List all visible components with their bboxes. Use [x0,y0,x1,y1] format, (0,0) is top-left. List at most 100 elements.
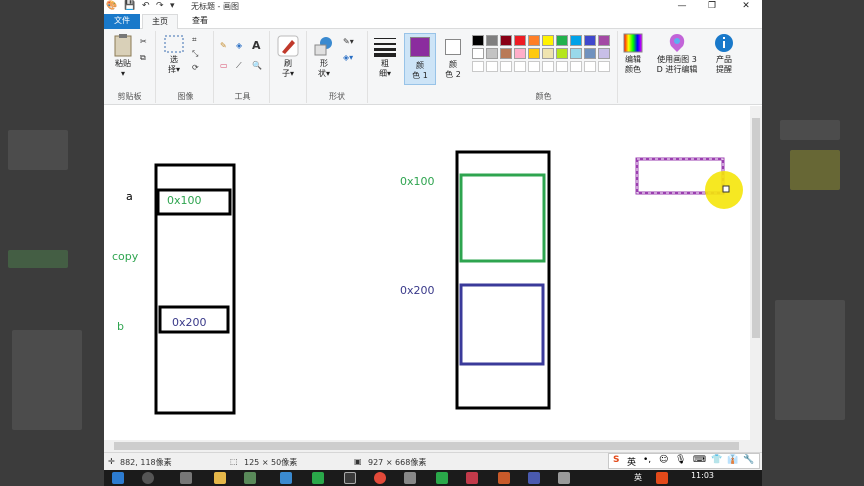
product-alert-button[interactable]: 产品 提醒 [708,33,740,75]
palette-color-swatch[interactable] [528,48,540,59]
resize-icon[interactable]: ⤡ [192,49,198,59]
taskbar-clock[interactable]: 11:03 [691,471,714,480]
app-icon-9[interactable] [528,472,540,484]
app-icon-8[interactable] [498,472,510,484]
task-view-icon[interactable] [180,472,192,484]
palette-color-swatch[interactable] [542,48,554,59]
fill-icon[interactable]: ◈ [236,41,242,50]
palette-color-swatch[interactable] [514,35,526,46]
shapes-button[interactable]: 形状▾ [311,35,337,79]
file-explorer-icon[interactable] [214,472,226,484]
palette-color-swatch[interactable] [542,35,554,46]
magnifier-icon[interactable]: 🔍 [252,61,262,70]
punctuation-icon[interactable]: •, [643,455,651,465]
app-icon-10[interactable] [558,472,570,484]
select-button[interactable]: 选择▾ [162,35,186,75]
skin-icon[interactable]: 👕 [711,455,722,465]
palette-color-swatch[interactable] [514,48,526,59]
outline-icon[interactable]: ✎▾ [343,37,354,46]
palette-color-swatch[interactable] [556,48,568,59]
palette-color-swatch[interactable] [528,35,540,46]
resize-handle[interactable] [722,185,730,193]
palette-custom-slot[interactable] [486,61,498,72]
palette-color-swatch[interactable] [598,35,610,46]
palette-custom-slot[interactable] [528,61,540,72]
tab-view[interactable]: 查看 [182,14,218,29]
app-icon-2[interactable] [280,472,292,484]
customize-dropdown-icon[interactable]: ▾ [170,1,175,11]
pencil-icon[interactable]: ✎ [220,41,227,50]
app-icon-4[interactable] [344,472,356,484]
title-bar: 🎨 💾 ↶ ↷ ▾ 无标题 - 画图 — ❐ ✕ [104,0,762,13]
palette-custom-slot[interactable] [514,61,526,72]
save-icon[interactable]: 💾 [124,1,135,11]
app-icon-6[interactable] [436,472,448,484]
vertical-scroll-thumb[interactable] [752,118,760,338]
palette-color-swatch[interactable] [500,48,512,59]
undo-icon[interactable]: ↶ [142,1,150,11]
palette-color-swatch[interactable] [472,48,484,59]
palette-color-swatch[interactable] [570,48,582,59]
keyboard-icon[interactable]: ⌨ [693,455,706,465]
color2-button[interactable]: 颜色 2 [438,33,468,80]
redo-icon[interactable]: ↷ [156,1,164,11]
sogou-logo-icon[interactable]: S [613,455,619,465]
taskbar-ime-lang[interactable]: 英 [634,472,642,483]
eraser-icon[interactable]: ▭ [220,61,228,70]
crop-icon[interactable]: ⌗ [192,35,197,45]
chrome-icon[interactable] [374,472,386,484]
fill-shape-icon[interactable]: ◈▾ [343,53,353,62]
wrench-icon[interactable]: 🔧 [743,455,754,465]
palette-color-swatch[interactable] [570,35,582,46]
paste-button[interactable]: 粘贴 ▾ [108,33,138,79]
color-picker-icon[interactable]: ⟋ [236,61,242,71]
start-icon[interactable] [112,472,124,484]
palette-color-swatch[interactable] [556,35,568,46]
clothes-icon[interactable]: 👔 [727,455,738,465]
copy-icon[interactable]: ⧉ [140,53,146,63]
horizontal-scrollbar[interactable] [104,440,750,452]
app-icon-7[interactable] [466,472,478,484]
palette-custom-slot[interactable] [500,61,512,72]
search-icon[interactable] [142,472,154,484]
backdrop-blob [12,330,82,430]
vertical-scrollbar[interactable] [750,106,762,452]
emoji-icon[interactable]: ☺ [659,455,668,465]
palette-custom-slot[interactable] [556,61,568,72]
palette-custom-slot[interactable] [542,61,554,72]
palette-custom-slot[interactable] [570,61,582,72]
paint3d-button[interactable]: 使用画图 3D 进行编辑 [652,33,702,75]
horizontal-scroll-thumb[interactable] [114,442,739,450]
palette-custom-slot[interactable] [472,61,484,72]
palette-custom-slot[interactable] [584,61,596,72]
color1-button[interactable]: 颜色 1 [404,33,436,85]
cut-icon[interactable]: ✂ [140,37,147,46]
ime-mode[interactable]: 英 [627,455,636,468]
palette-color-swatch[interactable] [584,48,596,59]
palette-color-swatch[interactable] [486,35,498,46]
palette-custom-slot[interactable] [598,61,610,72]
palette-color-swatch[interactable] [486,48,498,59]
size-button[interactable]: 粗细▾ [370,35,400,79]
app-icon-3[interactable] [312,472,324,484]
minimize-icon[interactable]: — [670,0,694,13]
app-icon-5[interactable] [404,472,416,484]
brushes-label-2: 子 [281,69,290,78]
palette-color-swatch[interactable] [584,35,596,46]
edit-colors-button[interactable]: 编辑 颜色 [620,33,646,75]
drawing-canvas[interactable] [104,106,750,440]
maximize-icon[interactable]: ❐ [700,0,724,13]
sogou-tray-icon[interactable] [656,472,668,484]
palette-color-swatch[interactable] [598,48,610,59]
palette-color-swatch[interactable] [500,35,512,46]
close-icon[interactable]: ✕ [734,0,758,13]
palette-color-swatch[interactable] [472,35,484,46]
brushes-button[interactable]: 刷子▾ [274,35,302,79]
drawing-canvas-area[interactable]: a 0x100 copy b 0x200 0x100 0x200 [104,106,762,452]
tab-file[interactable]: 文件 [104,14,140,29]
rotate-icon[interactable]: ⟳ [192,63,199,72]
app-icon-1[interactable] [244,472,256,484]
text-icon[interactable]: A [252,39,261,52]
microphone-icon[interactable]: 🎙 [675,455,686,465]
tab-home[interactable]: 主页 [142,14,178,29]
